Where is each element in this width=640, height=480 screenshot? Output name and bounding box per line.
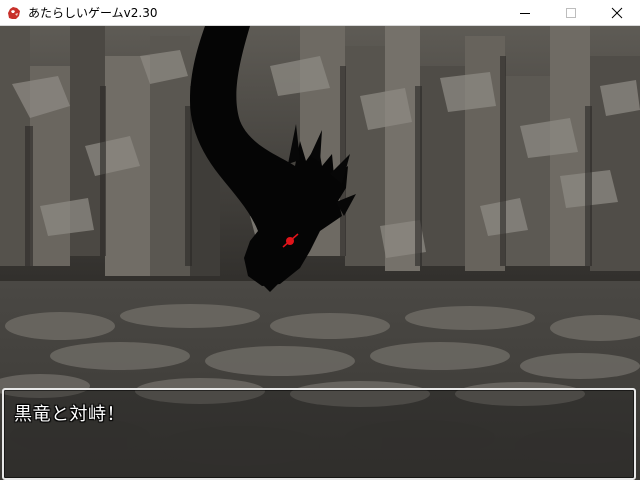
minimize-icon [520,13,530,14]
app-icon [6,5,22,21]
minimize-button[interactable] [502,0,548,26]
window-title: あたらしいゲームv2.30 [28,6,158,20]
close-icon [611,7,623,19]
close-button[interactable] [594,0,640,26]
window-controls [502,0,640,26]
battle-scene[interactable]: 黒竜と対峙！ [0,26,640,480]
title-bar[interactable]: あたらしいゲームv2.30 [0,0,640,26]
game-window: あたらしいゲームv2.30 黒竜と対峙！ [0,0,640,480]
message-window[interactable]: 黒竜と対峙！ [2,388,636,480]
maximize-icon [566,8,576,18]
message-text: 黒竜と対峙！ [14,404,125,425]
maximize-button[interactable] [548,0,594,26]
